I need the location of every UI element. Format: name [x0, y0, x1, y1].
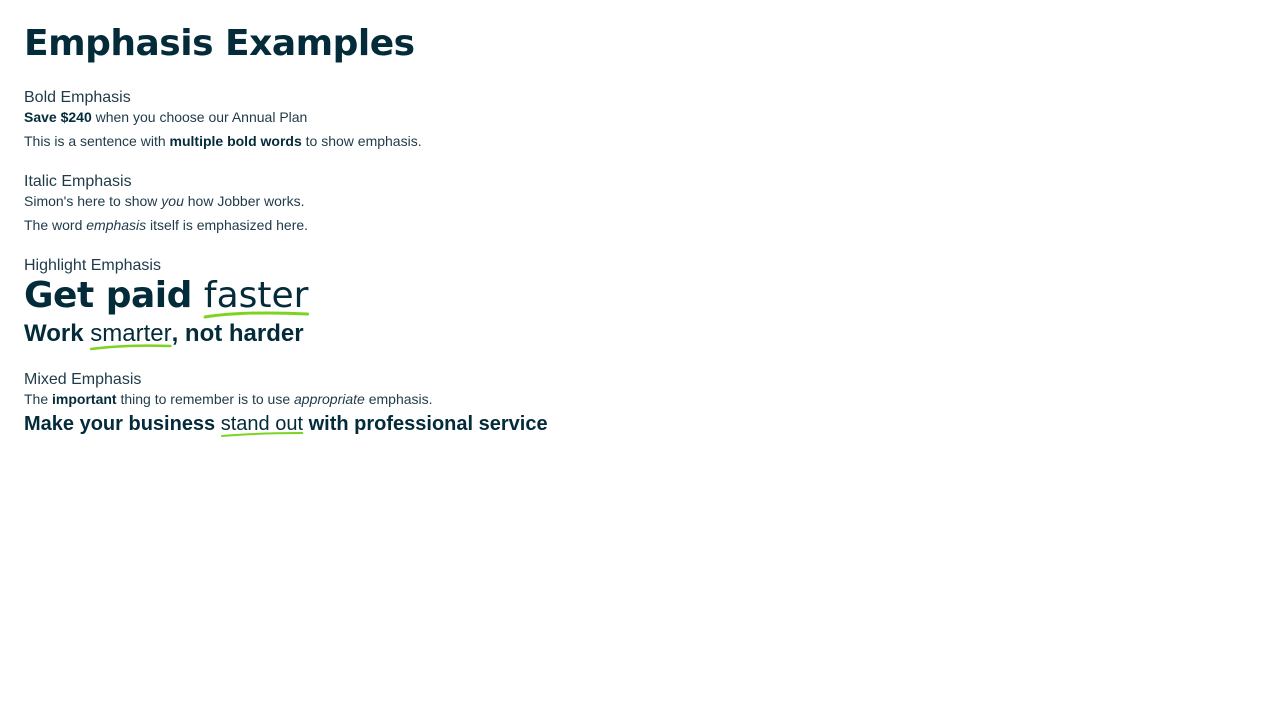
line-text: thing to remember is to use — [116, 391, 294, 407]
highlighted-word: smarter — [90, 320, 172, 351]
page-title: Emphasis Examples — [24, 23, 415, 64]
highlighted-word: faster — [203, 275, 310, 319]
heading-text: Make your business — [24, 413, 221, 435]
section-highlight-emphasis: Highlight Emphasis Get paid faster Work … — [24, 256, 1256, 351]
italic-text: you — [161, 193, 184, 209]
bold-text: multiple bold words — [169, 133, 302, 149]
section-heading: Highlight Emphasis — [24, 257, 161, 274]
heading-text: Work — [24, 320, 91, 347]
bold-line-1: Save $240 when you choose our Annual Pla… — [24, 108, 1256, 126]
mixed-line-2: Make your business stand out with profes… — [24, 412, 1256, 437]
section-heading: Bold Emphasis — [24, 89, 131, 106]
section-bold-emphasis: Bold Emphasis Save $240 when you choose … — [24, 88, 1256, 150]
page: Emphasis Examples Bold Emphasis Save $24… — [0, 0, 1280, 437]
section-italic-emphasis: Italic Emphasis Simon's here to show you… — [24, 172, 1256, 234]
bold-line-2: This is a sentence with multiple bold wo… — [24, 132, 1256, 150]
bold-text: Save $240 — [24, 109, 92, 125]
highlight-underline-icon — [220, 432, 304, 437]
highlighted-word: stand out — [220, 412, 304, 437]
bold-text: important — [52, 391, 117, 407]
highlight-underline-icon — [203, 311, 310, 319]
section-mixed-emphasis: Mixed Emphasis The important thing to re… — [24, 370, 1256, 437]
line-text: The — [24, 391, 53, 407]
italic-text: emphasis — [86, 217, 147, 233]
line-text: Simon's here to show — [24, 193, 162, 209]
section-heading: Italic Emphasis — [24, 173, 132, 190]
italic-text: appropriate — [294, 391, 365, 407]
heading-text: Get paid — [24, 275, 204, 316]
mixed-line-1: The important thing to remember is to us… — [24, 390, 1256, 408]
highlighted-word-text: faster — [203, 275, 309, 316]
highlight-underline-icon — [90, 344, 172, 351]
line-text: The word — [24, 217, 87, 233]
heading-text: with professional service — [303, 413, 548, 435]
heading-text: , not harder — [171, 320, 304, 347]
section-heading: Mixed Emphasis — [24, 371, 142, 388]
italic-line-1: Simon's here to show you how Jobber work… — [24, 192, 1256, 210]
line-text: This is a sentence with — [24, 133, 170, 149]
line-text: to show emphasis. — [301, 133, 422, 149]
line-text: how Jobber works. — [183, 193, 305, 209]
highlight-heading-1: Get paid faster — [24, 275, 1256, 319]
line-text: when you choose our Annual Plan — [91, 109, 308, 125]
highlight-heading-2: Work smarter, not harder — [24, 320, 1256, 351]
italic-line-2: The word emphasis itself is emphasized h… — [24, 216, 1256, 234]
line-text: itself is emphasized here. — [146, 217, 309, 233]
line-text: emphasis. — [364, 391, 433, 407]
